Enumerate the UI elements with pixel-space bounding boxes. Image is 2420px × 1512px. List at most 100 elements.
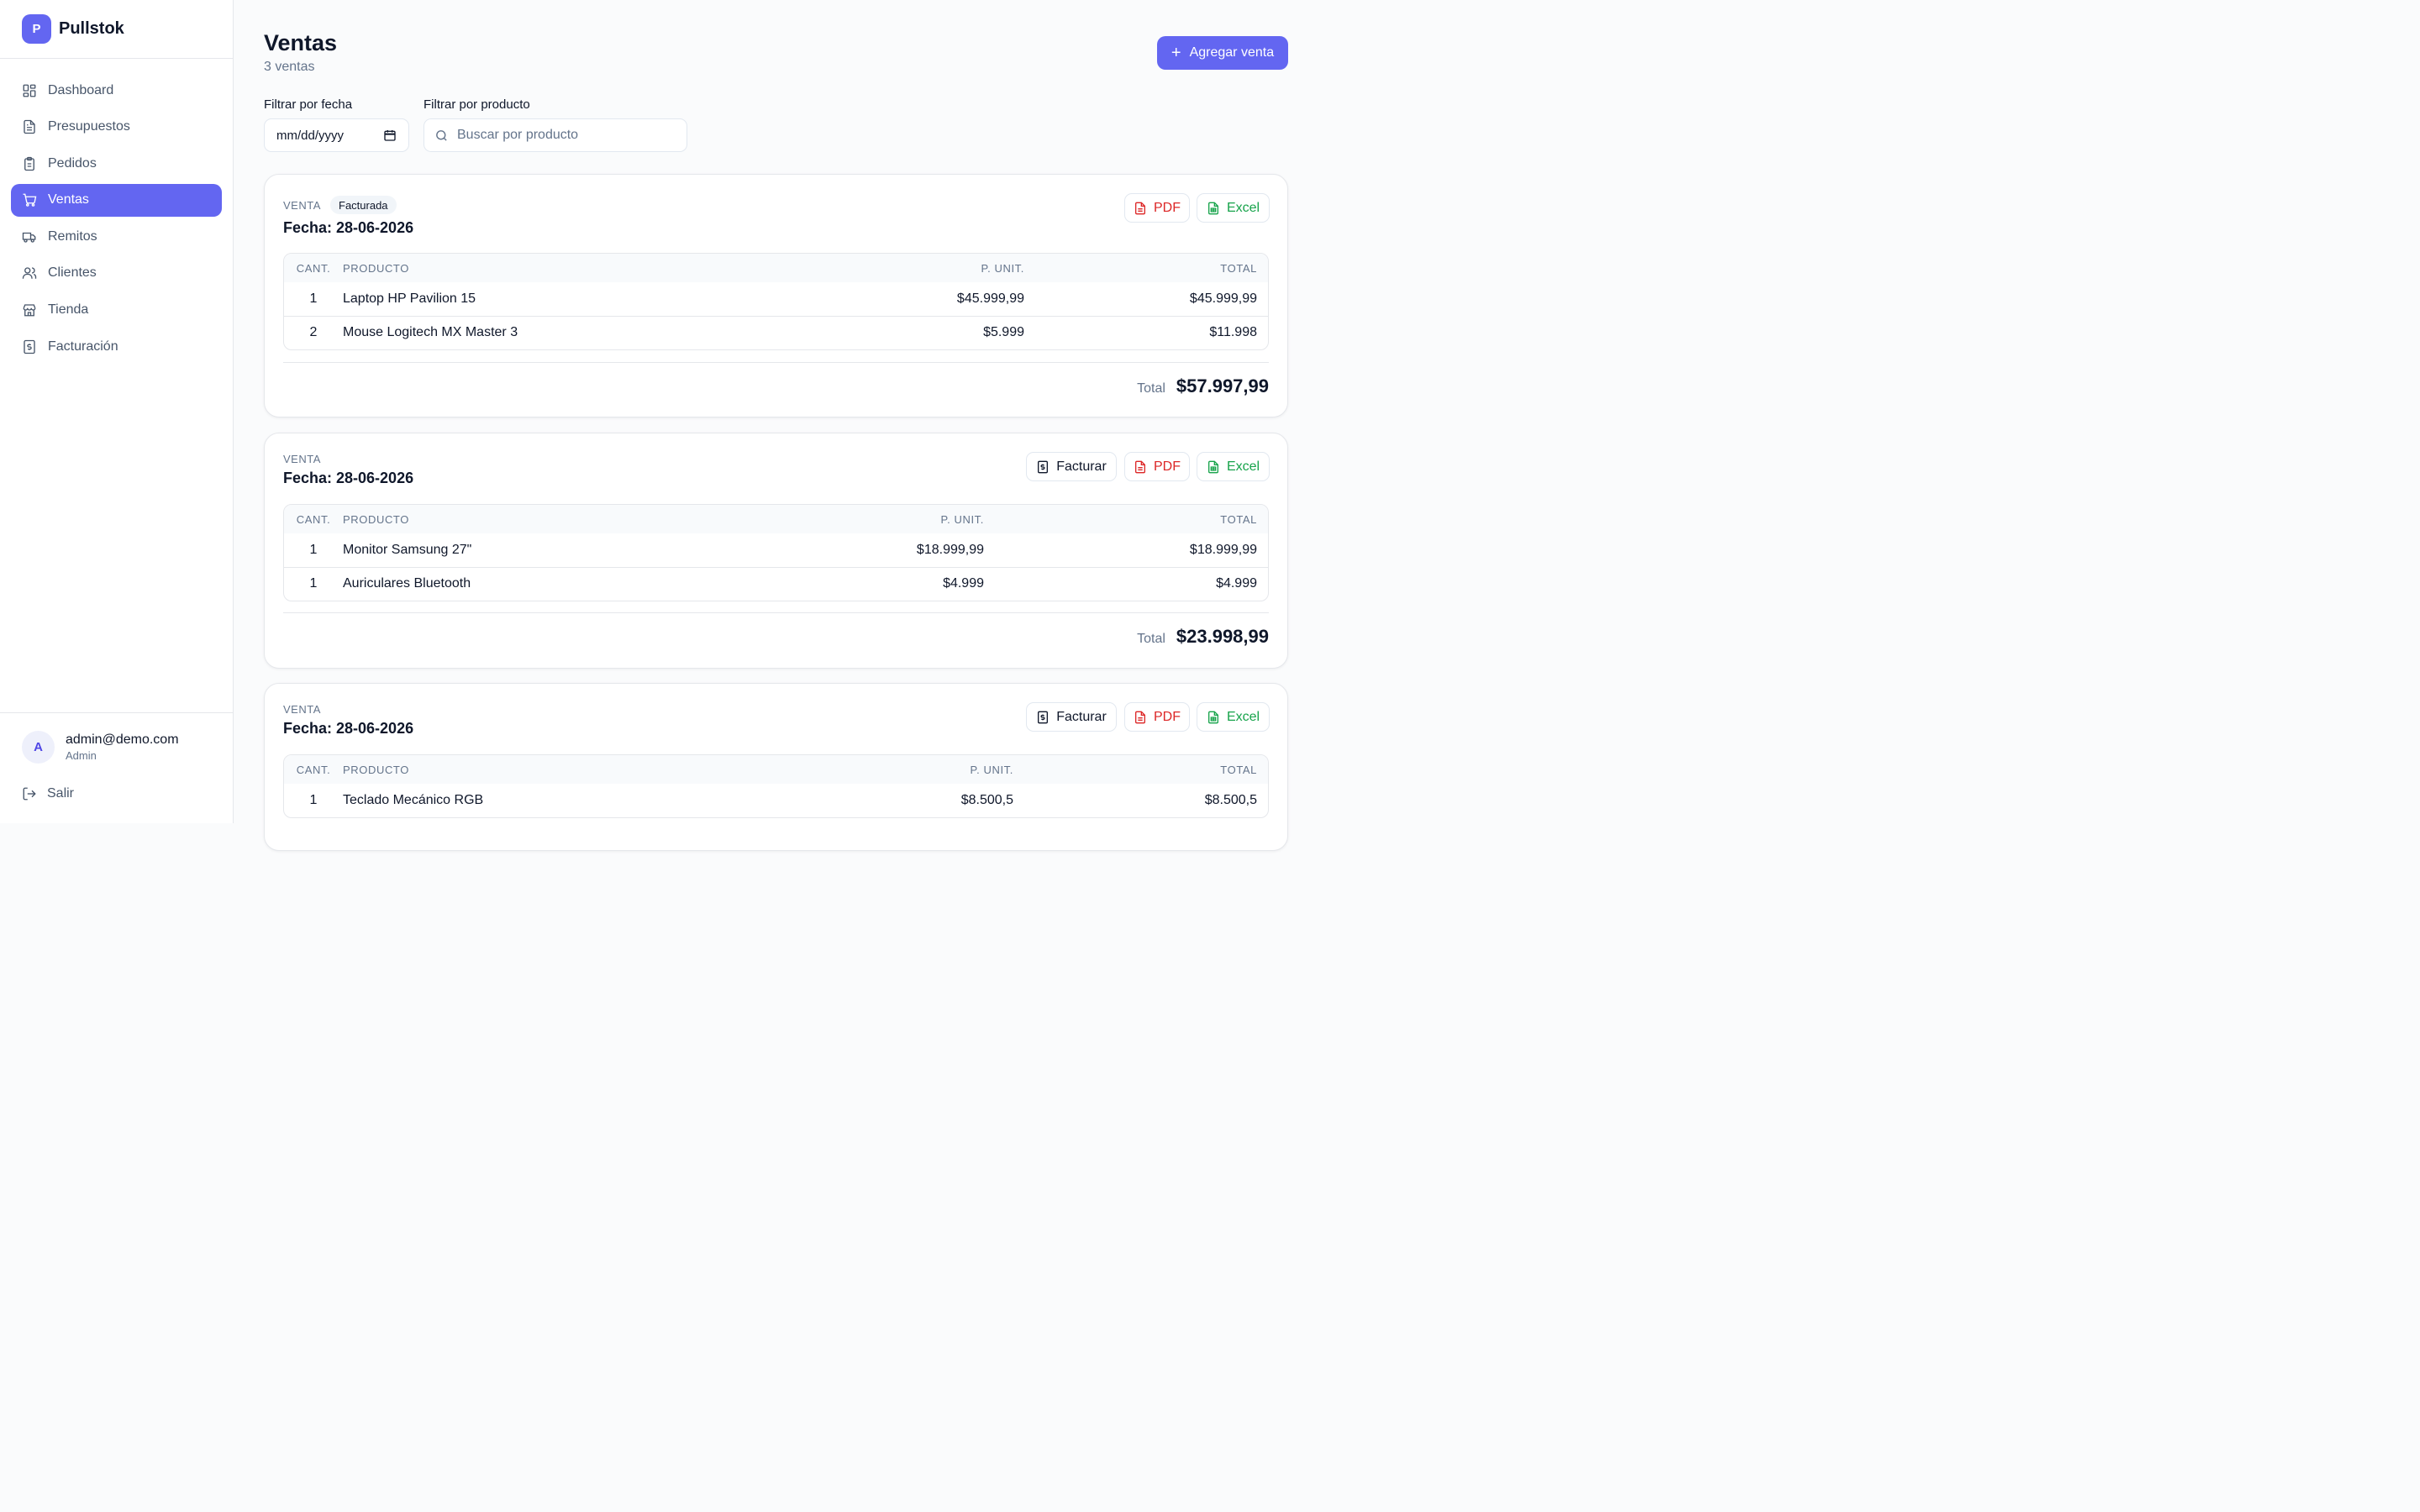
item-qty: 1 xyxy=(309,542,318,557)
invoice-label: Facturar xyxy=(1056,709,1107,724)
sidebar-item-label: Remitos xyxy=(48,228,97,244)
logout-icon xyxy=(23,787,36,801)
divider xyxy=(283,612,1269,613)
pdf-icon xyxy=(1135,460,1145,473)
pdf-label: PDF xyxy=(1154,709,1181,724)
column-header: PRODUCTO xyxy=(343,505,813,533)
search-icon xyxy=(436,129,447,141)
item-qty: 1 xyxy=(284,566,343,601)
pdf-button[interactable]: PDF xyxy=(1124,193,1190,223)
dashboard-icon xyxy=(23,84,36,97)
brand[interactable]: P Pullstok xyxy=(0,0,233,59)
sale-date: Fecha: 28-06-2026 xyxy=(283,470,414,486)
column-header: P. UNIT. xyxy=(813,505,984,533)
cart-icon xyxy=(23,193,37,207)
calendar-icon[interactable] xyxy=(383,129,397,142)
date-filter-value: mm/dd/yyyy xyxy=(276,128,345,143)
sale-total: Total $23.998,99 xyxy=(1137,626,1269,648)
pdf-label: PDF xyxy=(1154,459,1181,474)
users-icon xyxy=(22,267,37,280)
clipboard-icon xyxy=(24,156,34,171)
sidebar-item-dashboard[interactable]: Dashboard xyxy=(11,74,222,107)
item-product: Monitor Samsung 27" xyxy=(343,542,472,557)
item-total: $8.500,5 xyxy=(1204,793,1257,807)
sidebar-item-label: Ventas xyxy=(48,192,89,207)
sale-card: VENTA Facturada Fecha: 28-06-2026 PDF Ex… xyxy=(264,174,1288,417)
table-row: 1 Monitor Samsung 27" $18.999,99 $18.999… xyxy=(284,533,1268,567)
spreadsheet-icon xyxy=(1207,711,1218,723)
sidebar-item-ventas[interactable]: Ventas xyxy=(11,183,222,217)
excel-button[interactable]: Excel xyxy=(1197,193,1270,223)
column-header: CANT. xyxy=(284,505,343,533)
total-label: Total xyxy=(1137,632,1165,646)
sale-card: VENTA Fecha: 28-06-2026 Facturar PDF Exc… xyxy=(264,683,1288,851)
sidebar-item-label: Clientes xyxy=(48,265,97,281)
sidebar-item-label: Dashboard xyxy=(48,82,114,97)
sidebar-item-remitos[interactable]: Remitos xyxy=(11,220,222,253)
receipt-icon xyxy=(1038,460,1049,473)
table-row: 1 Teclado Mecánico RGB $8.500,5 $8.500,5 xyxy=(284,784,1268,817)
sidebar: P Pullstok Dashboard Presupuestos Pedido… xyxy=(0,0,234,823)
divider xyxy=(283,362,1269,363)
item-total: $4.999 xyxy=(984,566,1268,601)
item-unit-price: $4.999 xyxy=(813,566,984,601)
pdf-button[interactable]: PDF xyxy=(1124,702,1190,732)
column-header: TOTAL xyxy=(984,505,1268,533)
item-unit-price: $18.999,99 xyxy=(916,542,984,557)
invoice-button[interactable]: Facturar xyxy=(1026,452,1117,481)
column-header: CANT. xyxy=(284,755,343,784)
sale-card: VENTA Fecha: 28-06-2026 Facturar PDF Exc… xyxy=(264,433,1288,669)
excel-label: Excel xyxy=(1226,709,1260,724)
logout-button[interactable]: Salir xyxy=(22,786,74,801)
sidebar-item-label: Facturación xyxy=(48,339,118,354)
pdf-icon xyxy=(1135,711,1145,723)
receipt-icon xyxy=(1038,711,1049,723)
sale-kicker: VENTA xyxy=(283,199,321,212)
plus-icon: + xyxy=(1171,44,1181,62)
sale-date: Fecha: 28-06-2026 xyxy=(283,219,414,236)
excel-button[interactable]: Excel xyxy=(1197,702,1270,732)
sidebar-nav: Dashboard Presupuestos Pedidos Ventas Re… xyxy=(0,59,233,363)
pdf-button[interactable]: PDF xyxy=(1124,452,1190,481)
sidebar-item-facturacion[interactable]: Facturación xyxy=(11,330,222,363)
date-filter-input[interactable]: mm/dd/yyyy xyxy=(264,118,409,152)
user-email: admin@demo.com xyxy=(66,732,179,747)
sidebar-item-label: Presupuestos xyxy=(48,119,130,134)
truck-icon xyxy=(22,232,36,243)
item-product: Mouse Logitech MX Master 3 xyxy=(343,315,813,349)
column-header: PRODUCTO xyxy=(343,254,813,282)
avatar: A xyxy=(22,731,55,764)
sale-kicker: VENTA xyxy=(283,453,321,465)
sale-items-table: CANT. PRODUCTO P. UNIT. TOTAL 1 Laptop H… xyxy=(283,253,1269,350)
total-value: $57.997,99 xyxy=(1176,375,1269,396)
spreadsheet-icon xyxy=(1207,460,1218,473)
column-header: P. UNIT. xyxy=(813,254,1024,282)
item-total: $45.999,99 xyxy=(1189,291,1257,306)
document-icon xyxy=(24,119,35,134)
item-product: Laptop HP Pavilion 15 xyxy=(343,291,476,306)
sale-items-table: CANT. PRODUCTO P. UNIT. TOTAL 1 Monitor … xyxy=(283,504,1269,601)
invoice-button[interactable]: Facturar xyxy=(1026,702,1117,732)
product-search-input[interactable] xyxy=(457,128,667,143)
product-filter-label: Filtrar por producto xyxy=(424,97,530,112)
column-header: TOTAL xyxy=(1024,254,1268,282)
status-badge: Facturada xyxy=(330,196,397,214)
sidebar-item-presupuestos[interactable]: Presupuestos xyxy=(11,111,222,144)
excel-button[interactable]: Excel xyxy=(1197,452,1270,481)
user-profile[interactable]: A admin@demo.com Admin xyxy=(22,731,179,764)
sidebar-item-pedidos[interactable]: Pedidos xyxy=(11,147,222,180)
store-icon xyxy=(23,304,36,317)
item-total: $18.999,99 xyxy=(1189,542,1257,557)
main-content: Ventas 3 ventas + Agregar venta Filtrar … xyxy=(234,0,1318,851)
excel-label: Excel xyxy=(1226,459,1260,474)
sidebar-item-tienda[interactable]: Tienda xyxy=(11,294,222,327)
total-label: Total xyxy=(1137,381,1165,396)
product-search-field[interactable] xyxy=(424,118,687,152)
sidebar-item-label: Pedidos xyxy=(48,155,97,171)
sidebar-item-clientes[interactable]: Clientes xyxy=(11,257,222,290)
add-sale-button[interactable]: + Agregar venta xyxy=(1157,36,1288,70)
item-product: Teclado Mecánico RGB xyxy=(343,793,484,807)
app-logo: P xyxy=(22,14,51,44)
user-panel: A admin@demo.com Admin Salir xyxy=(0,712,233,823)
date-filter-label: Filtrar por fecha xyxy=(264,97,353,112)
